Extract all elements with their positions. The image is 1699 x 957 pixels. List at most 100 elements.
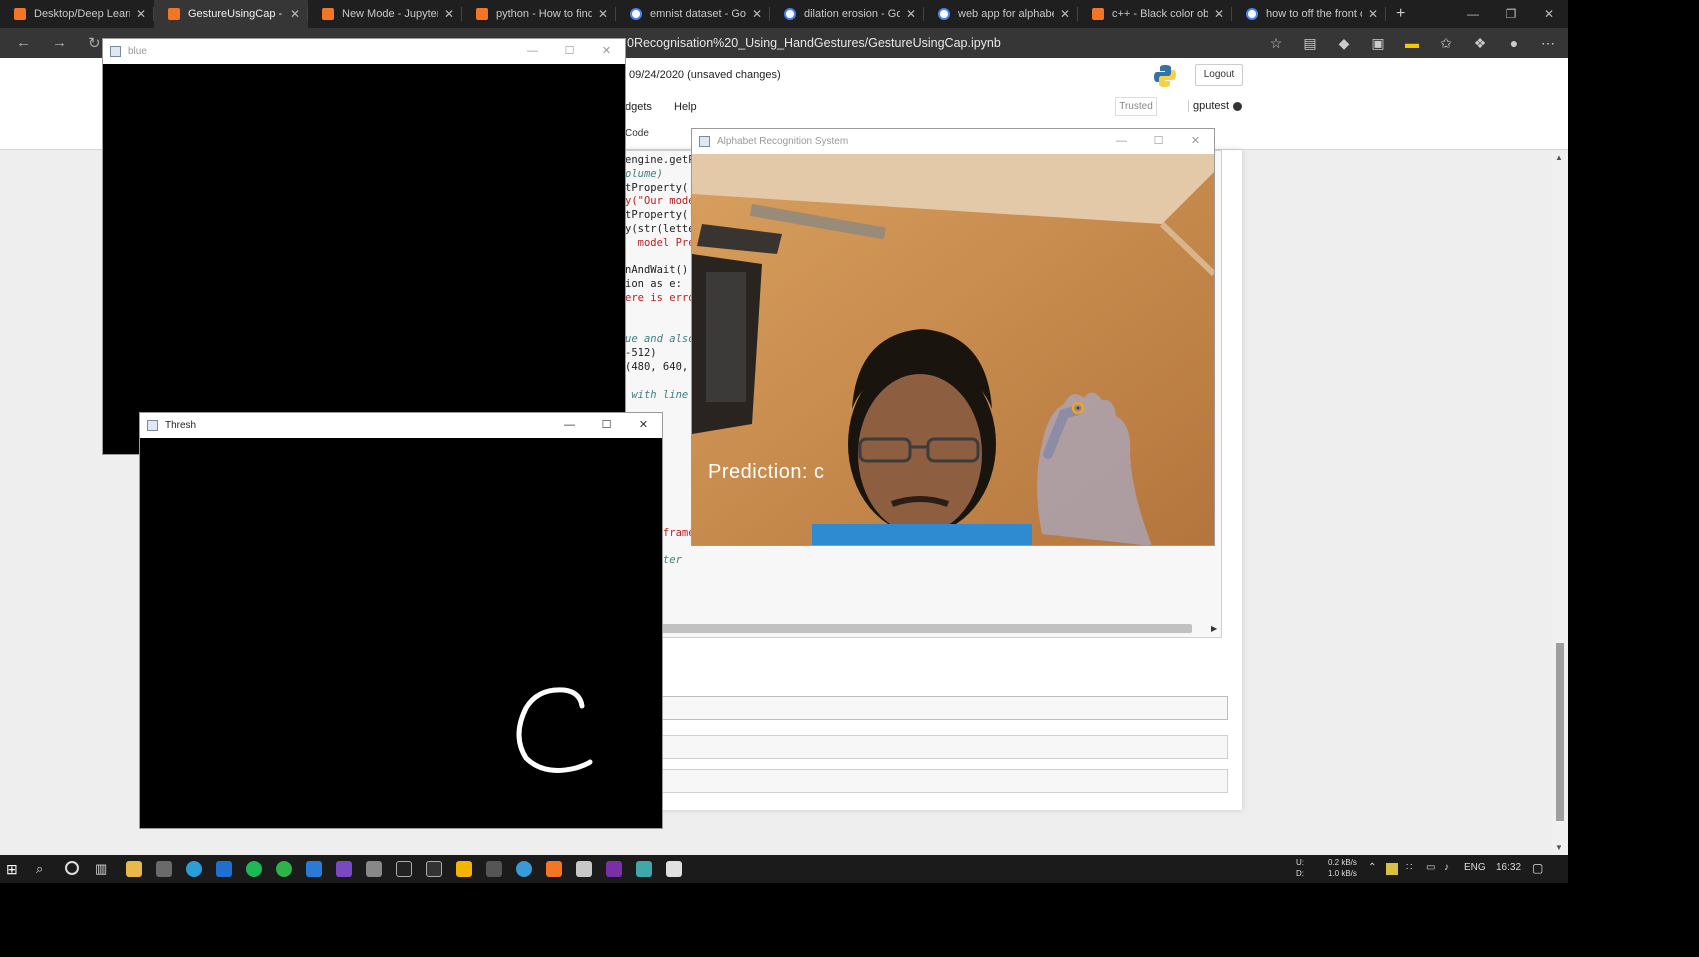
restore-icon[interactable]: ❐ — [1492, 0, 1530, 28]
window-titlebar[interactable]: Thresh — ☐ ✕ — [140, 413, 662, 437]
horizontal-scrollbar[interactable] — [655, 624, 1192, 633]
reading-list-icon[interactable]: ▤ — [1300, 33, 1320, 53]
thresh-window[interactable]: Thresh — ☐ ✕ — [139, 412, 663, 829]
minimize-icon[interactable]: — — [514, 39, 551, 63]
extension-icon[interactable]: ▬ — [1402, 33, 1422, 53]
app-icon[interactable] — [636, 861, 652, 877]
browser-tab[interactable]: dilation erosion - Goo ✕ — [770, 0, 924, 28]
maximize-icon[interactable]: ☐ — [551, 39, 588, 63]
prediction-label: Prediction: c — [708, 461, 825, 483]
extension-icon[interactable]: ▣ — [1368, 33, 1388, 53]
visual-studio-icon[interactable] — [336, 861, 352, 877]
output-text-field[interactable] — [655, 769, 1228, 793]
volume-icon[interactable]: ♪ — [1444, 862, 1449, 873]
pycharm-icon[interactable] — [396, 861, 412, 877]
star-icon[interactable]: ☆ — [1266, 33, 1286, 53]
alphabet-recognition-window[interactable]: Alphabet Recognition System — ☐ ✕ Predic… — [691, 128, 1215, 546]
start-icon[interactable]: ⊞ — [6, 861, 22, 877]
url-text[interactable]: 0Recognisation%20_Using_HandGestures/Ges… — [627, 36, 1001, 50]
opencv-window-icon[interactable] — [666, 861, 682, 877]
app-tray-icon[interactable] — [1386, 863, 1398, 875]
battery-icon[interactable]: ▭ — [1426, 862, 1435, 873]
app-icon[interactable] — [576, 861, 592, 877]
tab-title: python - How to find t — [496, 8, 592, 20]
kernel-name[interactable]: gputest — [1188, 100, 1229, 112]
close-tab-icon[interactable]: ✕ — [444, 7, 454, 21]
file-explorer-icon[interactable] — [126, 861, 142, 877]
cell-type-select[interactable]: Code — [625, 128, 649, 139]
language-indicator[interactable]: ENG — [1464, 862, 1486, 873]
close-tab-icon[interactable]: ✕ — [1368, 7, 1378, 21]
app-icon[interactable] — [366, 861, 382, 877]
close-tab-icon[interactable]: ✕ — [290, 7, 300, 21]
trusted-indicator[interactable]: Trusted — [1115, 97, 1157, 116]
browser-tab[interactable]: how to off the front ca ✕ — [1232, 0, 1386, 28]
close-tab-icon[interactable]: ✕ — [1214, 7, 1224, 21]
close-tab-icon[interactable]: ✕ — [1060, 7, 1070, 21]
browser-tab[interactable]: New Mode - Jupyter N ✕ — [308, 0, 462, 28]
reload-icon[interactable]: ↻ — [88, 34, 101, 52]
minimize-icon[interactable]: — — [1103, 129, 1140, 153]
collections-icon[interactable]: ❖ — [1470, 33, 1490, 53]
notification-icon[interactable]: ▢ — [1532, 861, 1543, 875]
window-titlebar[interactable]: Alphabet Recognition System — ☐ ✕ — [692, 129, 1214, 153]
tab-title: how to off the front ca — [1266, 8, 1362, 20]
search-icon[interactable]: ⌕ — [36, 861, 52, 877]
forward-icon[interactable]: → — [52, 34, 67, 51]
cortana-icon[interactable] — [65, 861, 79, 875]
browser-tab[interactable]: web app for alphabet ✕ — [924, 0, 1078, 28]
scrollbar-thumb[interactable] — [1556, 643, 1564, 821]
page-vertical-scrollbar[interactable]: ▲ ▼ — [1552, 153, 1568, 855]
sticky-notes-icon[interactable] — [456, 861, 472, 877]
spotify-icon[interactable] — [246, 861, 262, 877]
browser-tab[interactable]: python - How to find t ✕ — [462, 0, 616, 28]
scroll-up-icon[interactable]: ▲ — [1555, 153, 1563, 162]
close-tab-icon[interactable]: ✕ — [906, 7, 916, 21]
edge-icon[interactable] — [186, 861, 202, 877]
new-tab-icon[interactable]: + — [1396, 5, 1405, 23]
window-titlebar[interactable]: blue — ☐ ✕ — [103, 39, 625, 63]
close-icon[interactable]: ✕ — [1177, 129, 1214, 153]
scroll-right-icon[interactable]: ▶ — [1211, 624, 1217, 633]
blue-window[interactable]: blue — ☐ ✕ — [102, 38, 626, 455]
store-icon[interactable] — [156, 861, 172, 877]
minimize-icon[interactable]: — — [1454, 0, 1492, 28]
vscode-icon[interactable] — [306, 861, 322, 877]
app-icon[interactable] — [516, 861, 532, 877]
app-icon[interactable] — [216, 861, 232, 877]
jupyter-icon[interactable] — [546, 861, 562, 877]
logout-button[interactable]: Logout — [1195, 64, 1243, 86]
close-tab-icon[interactable]: ✕ — [752, 7, 762, 21]
favorites-icon[interactable]: ✩ — [1436, 33, 1456, 53]
output-text-field[interactable] — [655, 735, 1228, 759]
close-tab-icon[interactable]: ✕ — [598, 7, 608, 21]
menu-widgets[interactable]: dgets — [625, 101, 652, 113]
chevron-up-icon[interactable]: ⌃ — [1368, 862, 1376, 873]
browser-window-controls: — ❐ ✕ — [1454, 0, 1568, 28]
minimize-icon[interactable]: — — [551, 413, 588, 437]
browser-tab[interactable]: emnist dataset - Goog ✕ — [616, 0, 770, 28]
maximize-icon[interactable]: ☐ — [588, 413, 625, 437]
onenote-icon[interactable] — [606, 861, 622, 877]
maximize-icon[interactable]: ☐ — [1140, 129, 1177, 153]
close-icon[interactable]: ✕ — [1530, 0, 1568, 28]
app-icon[interactable] — [486, 861, 502, 877]
wifi-icon[interactable]: ∷ — [1406, 862, 1412, 873]
browser-tab[interactable]: GestureUsingCap - Jup ✕ — [154, 0, 308, 28]
browser-tab[interactable]: c++ - Black color obje ✕ — [1078, 0, 1232, 28]
close-icon[interactable]: ✕ — [625, 413, 662, 437]
close-tab-icon[interactable]: ✕ — [136, 7, 146, 21]
close-icon[interactable]: ✕ — [588, 39, 625, 63]
clock[interactable]: 16:32 — [1496, 862, 1521, 873]
task-view-icon[interactable]: ▥ — [95, 861, 111, 877]
output-text-field[interactable] — [655, 696, 1228, 720]
app-icon[interactable] — [426, 861, 442, 877]
avatar[interactable]: ● — [1504, 33, 1524, 53]
back-icon[interactable]: ← — [16, 34, 31, 51]
more-icon[interactable]: ⋯ — [1538, 33, 1558, 53]
menu-help[interactable]: Help — [674, 101, 697, 113]
browser-tab[interactable]: Desktop/Deep Learnin ✕ — [0, 0, 154, 28]
scroll-down-icon[interactable]: ▼ — [1555, 843, 1563, 852]
extension-icon[interactable]: ◆ — [1334, 33, 1354, 53]
app-icon[interactable] — [276, 861, 292, 877]
